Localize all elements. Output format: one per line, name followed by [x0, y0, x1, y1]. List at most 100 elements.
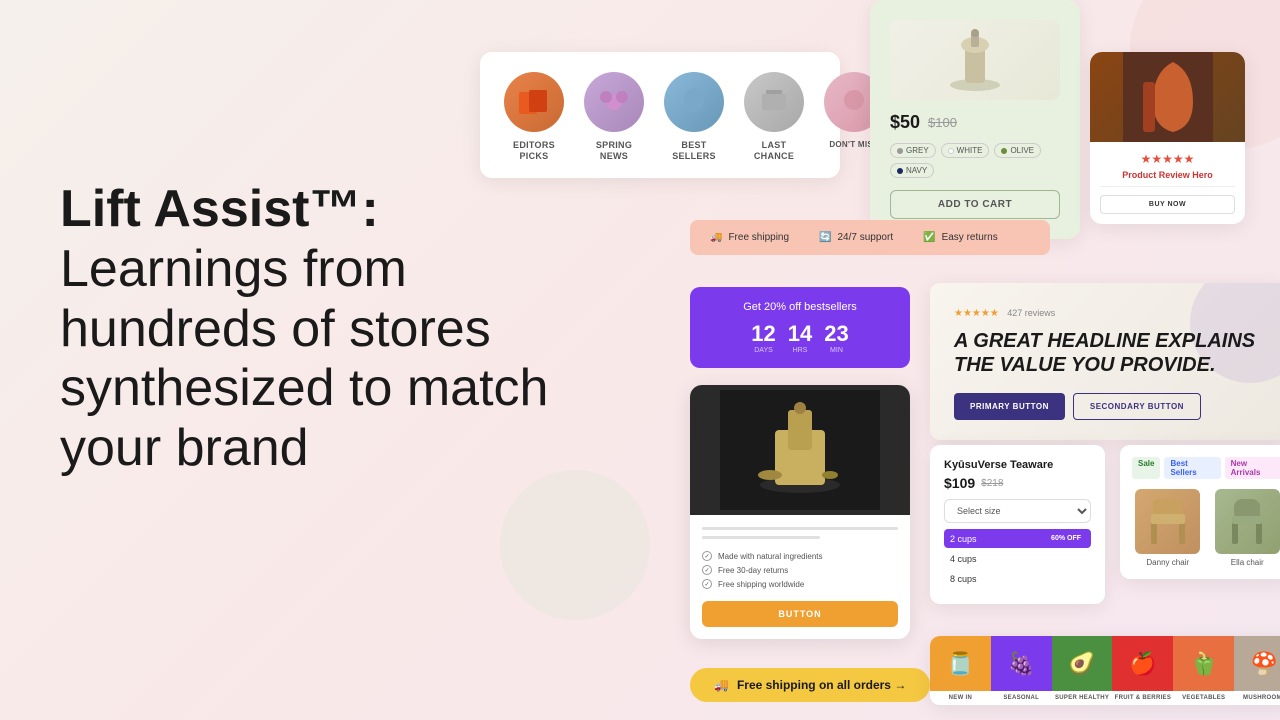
food-label-newin: NEW IN [930, 691, 991, 705]
add-to-cart-button[interactable]: ADD TO CART [890, 190, 1060, 219]
title-line [702, 527, 898, 530]
food-item-seasonal[interactable]: 🍇 SEASONAL [991, 636, 1052, 705]
feature-natural: ✓ Made with natural ingredients [702, 551, 898, 561]
returns-icon: ✅ [923, 232, 935, 243]
deco-circle-2 [500, 470, 650, 620]
teaware-option-label-2cups: 2 cups [950, 534, 977, 544]
hero-banner-review-count: 427 reviews [1007, 308, 1055, 318]
shipping-icon: 🚚 [710, 232, 722, 243]
teaware-price-old: $218 [981, 478, 1003, 489]
tag-newarrivals[interactable]: New Arrivals [1225, 457, 1280, 479]
hero-secondary-button[interactable]: SECONDARY BUTTON [1073, 393, 1201, 420]
review-hero-image [1090, 52, 1245, 142]
support-icon: 🔄 [819, 232, 831, 243]
food-item-newin[interactable]: 🫙 NEW IN [930, 636, 991, 705]
review-hero-body: ★★★★★ Product Review Hero BUY NOW [1090, 142, 1245, 224]
category-item-spring[interactable]: SPRING NEWS [584, 72, 644, 162]
price-current: $50 [890, 112, 920, 133]
category-circle-lastchance [744, 72, 804, 132]
days-value: 12 [751, 323, 775, 345]
product-detail-card: ✓ Made with natural ingredients ✓ Free 3… [690, 385, 910, 639]
food-grid-items: 🫙 NEW IN 🍇 SEASONAL 🥑 SUPER HEALTHY 🍎 FR… [930, 636, 1280, 705]
product-detail-body: ✓ Made with natural ingredients ✓ Free 3… [690, 515, 910, 639]
food-img-veg: 🫑 [1173, 636, 1234, 691]
chairs-grid: Danny chair Ella chair [1132, 489, 1280, 567]
product-cta-button[interactable]: BUTTON [702, 601, 898, 627]
chair-item-ella[interactable]: Ella chair [1212, 489, 1280, 567]
teaware-size-select[interactable]: Select size 2 cups 4 cups 8 cups [944, 499, 1091, 523]
food-label-healthy: SUPER HEALTHY [1052, 691, 1113, 705]
chair-image-danny [1135, 489, 1200, 554]
buy-now-button[interactable]: BUY NOW [1100, 195, 1235, 214]
food-item-fruit[interactable]: 🍎 FRUIT & BERRIES [1112, 636, 1173, 705]
free-shipping-label: Free shipping on all orders → [737, 678, 906, 692]
mins-value: 23 [824, 323, 848, 345]
free-shipping-footer[interactable]: 🚚 Free shipping on all orders → [690, 668, 930, 702]
review-hero-card: ★★★★★ Product Review Hero BUY NOW [1090, 52, 1245, 224]
shipping-item-returns: ✅ Easy returns [923, 232, 998, 243]
food-img-mushrooms: 🍄 [1234, 636, 1280, 691]
feature-label-returns: Free 30-day returns [718, 566, 788, 575]
color-chip-olive[interactable]: OLIVE [994, 143, 1041, 158]
countdown-mins: 23 MIN [824, 323, 848, 354]
teaware-option-row-4cups[interactable]: 4 cups [944, 550, 1091, 568]
category-circles-card: EDITORS PICKS SPRING NEWS BEST SELLERS L… [480, 52, 840, 178]
food-item-mushrooms[interactable]: 🍄 MUSHROOMS [1234, 636, 1280, 705]
category-circle-spring [584, 72, 644, 132]
food-img-seasonal: 🍇 [991, 636, 1052, 691]
tag-sale[interactable]: Sale [1132, 457, 1160, 479]
tag-bestsellers[interactable]: Best Sellers [1164, 457, 1220, 479]
feature-shipping: ✓ Free shipping worldwide [702, 579, 898, 589]
ui-grid: EDITORS PICKS SPRING NEWS BEST SELLERS L… [660, 0, 1280, 720]
food-label-mushrooms: MUSHROOMS [1234, 691, 1280, 705]
category-label-editors: EDITORS PICKS [504, 140, 564, 162]
teaware-option-label-4cups: 4 cups [950, 554, 977, 564]
subtitle-line [702, 536, 820, 539]
hero-banner-buttons: PRIMARY BUTTON SECONDARY BUTTON [954, 393, 1266, 420]
countdown-numbers: 12 DAYS 14 HRS 23 MIN [710, 323, 890, 354]
category-item-editors[interactable]: EDITORS PICKS [504, 72, 564, 162]
feature-returns: ✓ Free 30-day returns [702, 565, 898, 575]
hero-banner-stars: ★★★★★ [954, 308, 999, 319]
color-chip-grey[interactable]: GREY [890, 143, 936, 158]
feature-label-shipping: Free shipping worldwide [718, 580, 804, 589]
feature-label-natural: Made with natural ingredients [718, 552, 823, 561]
category-label-bestsellers: BEST SELLERS [664, 140, 724, 162]
hero-section: Lift Assist™: Learnings from hundreds of… [60, 180, 610, 479]
food-item-healthy[interactable]: 🥑 SUPER HEALTHY [1052, 636, 1113, 705]
feature-icon-natural: ✓ [702, 551, 712, 561]
category-item-lastchance[interactable]: LAST CHANCE [744, 72, 804, 162]
food-item-veg[interactable]: 🫑 VEGETABLES [1173, 636, 1234, 705]
chair-item-danny[interactable]: Danny chair [1132, 489, 1204, 567]
food-label-veg: VEGETABLES [1173, 691, 1234, 705]
shipping-item-support: 🔄 24/7 support [819, 232, 893, 243]
shipping-banner: 🚚 Free shipping 🔄 24/7 support ✅ Easy re… [690, 220, 1050, 255]
shipping-label: Free shipping [728, 232, 789, 243]
review-hero-title: Product Review Hero [1100, 170, 1235, 180]
color-chip-white[interactable]: WHITE [941, 143, 990, 158]
teaware-option-row-8cups[interactable]: 8 cups [944, 570, 1091, 588]
category-circle-editors [504, 72, 564, 132]
countdown-title: Get 20% off bestsellers [710, 301, 890, 313]
chairs-card: Sale Best Sellers New Arrivals Danny cha… [1120, 445, 1280, 579]
hero-primary-button[interactable]: PRIMARY BUTTON [954, 393, 1065, 420]
color-dot-navy [897, 168, 903, 174]
hours-value: 14 [788, 323, 812, 345]
color-dot-grey [897, 148, 903, 154]
teaware-option-label-8cups: 8 cups [950, 574, 977, 584]
discount-badge: 60% OFF [1047, 533, 1085, 544]
chair-label-danny: Danny chair [1146, 558, 1189, 567]
mins-label: MIN [830, 347, 843, 354]
category-item-bestsellers[interactable]: BEST SELLERS [664, 72, 724, 162]
support-label: 24/7 support [838, 232, 894, 243]
stars-display: ★★★★★ [1100, 152, 1235, 166]
countdown-card: Get 20% off bestsellers 12 DAYS 14 HRS 2… [690, 287, 910, 368]
color-chip-navy[interactable]: NAVY [890, 163, 934, 178]
shipping-item-free: 🚚 Free shipping [710, 232, 789, 243]
feature-icon-shipping: ✓ [702, 579, 712, 589]
food-label-fruit: FRUIT & BERRIES [1112, 691, 1173, 705]
category-label-spring: SPRING NEWS [584, 140, 644, 162]
hero-banner-headline: A GREAT HEADLINE EXPLAINSTHE VALUE YOU P… [954, 329, 1266, 377]
teaware-option-row-2cups[interactable]: 2 cups 60% OFF [944, 529, 1091, 548]
price-old: $100 [928, 115, 957, 130]
